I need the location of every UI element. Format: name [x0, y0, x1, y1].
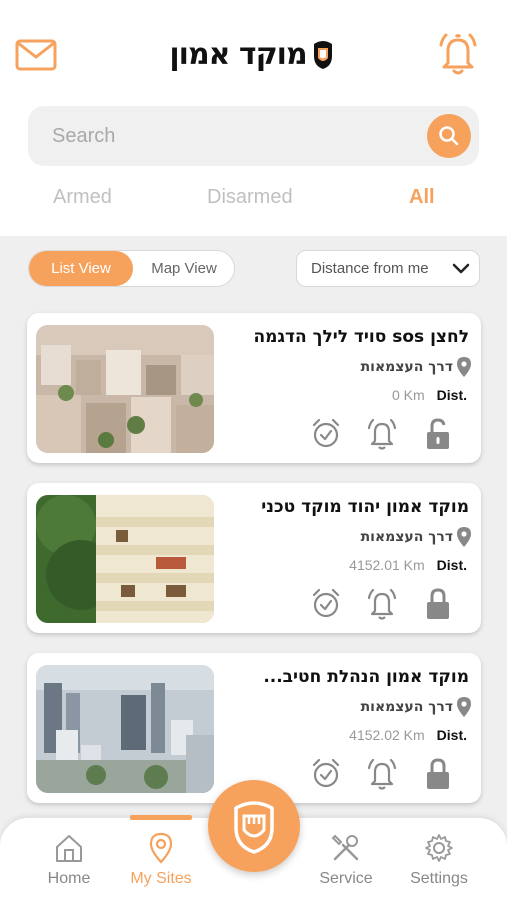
tools-icon: [331, 834, 359, 861]
site-title: מוקד אמון יהוד מוקד טכני: [261, 497, 469, 517]
site-actions: [311, 757, 471, 793]
address-text: דרך העצמאות: [360, 529, 453, 545]
location-pin-icon: [457, 697, 471, 717]
tab-disarmed[interactable]: Disarmed: [207, 186, 293, 209]
site-title: לחצן sos סויד לילך הדגמה: [253, 327, 469, 347]
site-actions: [311, 417, 471, 453]
fist-shield-icon: [234, 801, 274, 854]
alarm-clock-icon[interactable]: [311, 587, 341, 619]
filter-tabs: Armed Disarmed All: [0, 186, 507, 218]
site-card[interactable]: מוקד אמון יהוד מוקד טכני דרך העצמאות 415…: [27, 483, 481, 633]
address-text: דרך העצמאות: [360, 359, 453, 375]
list-view-button[interactable]: List View: [29, 251, 133, 286]
logo-text: מוקד אמון: [169, 36, 307, 72]
nav-my-sites-label: My Sites: [130, 870, 192, 887]
chevron-down-icon: [452, 263, 470, 274]
site-address: דרך העצמאות: [361, 697, 471, 717]
distance-label: Dist.: [436, 557, 467, 573]
distance-label: Dist.: [436, 387, 467, 403]
search-input[interactable]: [52, 106, 412, 166]
address-text: דרך העצמאות: [360, 699, 453, 715]
lock-icon[interactable]: [425, 587, 451, 621]
lock-icon[interactable]: [425, 757, 451, 791]
gear-icon: [425, 834, 453, 862]
nav-service[interactable]: Service: [301, 818, 391, 900]
search-bar: [28, 106, 479, 166]
nav-service-label: Service: [319, 870, 373, 887]
nav-settings[interactable]: Settings: [394, 818, 484, 900]
distance-value: 4152.01 Km: [349, 557, 425, 573]
location-pin-icon: [457, 527, 471, 547]
nav-home[interactable]: Home: [24, 818, 114, 900]
unlock-icon[interactable]: [425, 417, 451, 451]
tab-armed[interactable]: Armed: [53, 186, 112, 209]
location-pin-icon: [457, 357, 471, 377]
view-toggle: List View Map View: [28, 250, 235, 287]
mail-icon[interactable]: [15, 39, 57, 71]
alarm-bell-icon[interactable]: [366, 417, 398, 451]
pin-icon: [149, 832, 173, 864]
nav-home-label: Home: [47, 870, 91, 887]
site-photo: [36, 325, 214, 453]
site-title: מוקד אמון הנהלת חטיב...: [263, 667, 469, 687]
alarm-clock-icon[interactable]: [311, 757, 341, 789]
alarm-bell-icon[interactable]: [366, 587, 398, 621]
site-card[interactable]: לחצן sos סויד לילך הדגמה דרך העצמאות 0 K…: [27, 313, 481, 463]
map-view-button[interactable]: Map View: [133, 251, 235, 286]
nav-my-sites[interactable]: My Sites: [116, 818, 206, 900]
distance-label: Dist.: [436, 727, 467, 743]
nav-settings-label: Settings: [410, 870, 468, 887]
home-icon: [56, 835, 82, 862]
sort-selected: Distance from me: [311, 260, 429, 277]
distance-value: 0 Km: [391, 387, 425, 403]
app-logo: מוקד אמון: [156, 30, 352, 78]
logo-mark-icon: [313, 41, 332, 69]
search-icon: [439, 126, 459, 146]
distance-row: 0 Km Dist.: [392, 387, 467, 403]
panic-button[interactable]: [208, 780, 300, 872]
bell-icon[interactable]: [436, 31, 480, 77]
site-photo: [36, 495, 214, 623]
distance-row: 4152.02 Km Dist.: [349, 727, 467, 743]
distance-row: 4152.01 Km Dist.: [349, 557, 467, 573]
alarm-bell-icon[interactable]: [366, 757, 398, 791]
search-button[interactable]: [427, 114, 471, 158]
site-address: דרך העצמאות: [361, 357, 471, 377]
distance-value: 4152.02 Km: [349, 727, 425, 743]
sort-dropdown[interactable]: Distance from me: [296, 250, 480, 287]
alarm-clock-icon[interactable]: [311, 417, 341, 449]
site-photo: [36, 665, 214, 793]
site-address: דרך העצמאות: [361, 527, 471, 547]
site-actions: [311, 587, 471, 623]
header: מוקד אמון Armed Disarmed All: [0, 0, 507, 236]
tab-all[interactable]: All: [409, 186, 435, 209]
